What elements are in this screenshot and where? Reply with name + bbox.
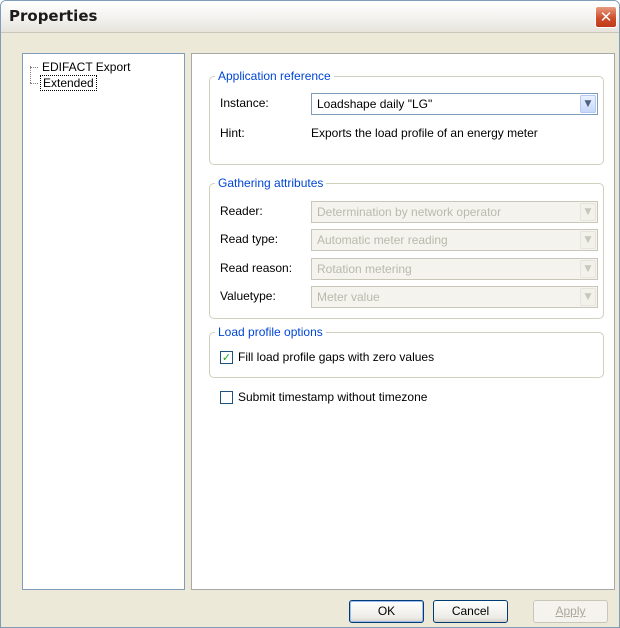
tree-item-label: Extended bbox=[40, 75, 97, 91]
ok-button[interactable]: OK bbox=[349, 600, 424, 623]
submit-timestamp-option[interactable]: Submit timestamp without timezone bbox=[220, 390, 427, 404]
tree-item-extended[interactable]: Extended bbox=[30, 75, 97, 91]
application-reference-group: Application reference Instance: Loadshap… bbox=[209, 68, 604, 165]
tree-item-label: EDIFACT Export bbox=[42, 60, 131, 74]
window-title: Properties bbox=[9, 7, 98, 25]
chevron-down-icon: ▼ bbox=[580, 288, 596, 306]
apply-button-label: Apply bbox=[555, 604, 586, 618]
properties-dialog: Properties ✕ EDIFACT Export Extended App… bbox=[0, 0, 620, 628]
instance-row: Instance: Loadshape daily "LG" ▼ bbox=[220, 93, 600, 115]
valuetype-select: Meter value ▼ bbox=[311, 286, 598, 308]
read-type-select: Automatic meter reading ▼ bbox=[311, 229, 598, 251]
gathering-attributes-group: Gathering attributes Reader: Determinati… bbox=[209, 175, 604, 319]
tree-branch-line bbox=[30, 82, 38, 84]
submit-timestamp-label: Submit timestamp without timezone bbox=[238, 390, 428, 404]
read-reason-value: Rotation metering bbox=[317, 262, 412, 276]
read-type-value: Automatic meter reading bbox=[317, 233, 448, 247]
load-profile-options-group: Load profile options ✓ Fill load profile… bbox=[209, 324, 604, 378]
reader-value: Determination by network operator bbox=[317, 205, 502, 219]
chevron-down-icon: ▼ bbox=[580, 203, 596, 221]
chevron-down-icon: ▼ bbox=[580, 231, 596, 249]
tree-item-edifact-export[interactable]: EDIFACT Export bbox=[30, 59, 132, 75]
valuetype-row: Valuetype: Meter value ▼ bbox=[220, 286, 600, 308]
read-type-row: Read type: Automatic meter reading ▼ bbox=[220, 229, 600, 251]
read-type-label: Read type: bbox=[220, 232, 279, 246]
valuetype-value: Meter value bbox=[317, 290, 380, 304]
hint-value: Exports the load profile of an energy me… bbox=[311, 126, 538, 140]
tree-branch-line bbox=[30, 66, 38, 68]
checkmark-icon: ✓ bbox=[221, 350, 232, 364]
read-reason-row: Read reason: Rotation metering ▼ bbox=[220, 258, 600, 280]
chevron-down-icon: ▼ bbox=[580, 260, 596, 278]
read-reason-label: Read reason: bbox=[220, 261, 293, 275]
settings-panel: Application reference Instance: Loadshap… bbox=[191, 53, 615, 590]
hint-row: Hint: Exports the load profile of an ene… bbox=[220, 123, 600, 145]
title-bar[interactable]: Properties ✕ bbox=[1, 1, 619, 33]
fill-gaps-option[interactable]: ✓ Fill load profile gaps with zero value… bbox=[220, 350, 434, 364]
group-legend: Application reference bbox=[215, 68, 334, 84]
group-legend: Gathering attributes bbox=[215, 175, 327, 191]
chevron-down-icon[interactable]: ▼ bbox=[580, 95, 596, 113]
instance-select[interactable]: Loadshape daily "LG" ▼ bbox=[311, 93, 598, 115]
hint-label: Hint: bbox=[220, 126, 245, 140]
group-legend: Load profile options bbox=[215, 324, 326, 340]
reader-row: Reader: Determination by network operato… bbox=[220, 201, 600, 223]
cancel-button[interactable]: Cancel bbox=[433, 600, 508, 623]
fill-gaps-label: Fill load profile gaps with zero values bbox=[238, 350, 435, 364]
reader-label: Reader: bbox=[220, 204, 263, 218]
close-button[interactable]: ✕ bbox=[595, 6, 617, 28]
valuetype-label: Valuetype: bbox=[220, 289, 276, 303]
read-reason-select: Rotation metering ▼ bbox=[311, 258, 598, 280]
apply-button[interactable]: Apply bbox=[533, 600, 608, 623]
submit-timestamp-checkbox[interactable] bbox=[220, 390, 233, 404]
fill-gaps-checkbox[interactable]: ✓ bbox=[220, 350, 233, 364]
close-icon: ✕ bbox=[599, 7, 613, 26]
instance-label: Instance: bbox=[220, 96, 269, 110]
category-tree[interactable]: EDIFACT Export Extended bbox=[22, 53, 185, 590]
reader-select: Determination by network operator ▼ bbox=[311, 201, 598, 223]
instance-value: Loadshape daily "LG" bbox=[317, 97, 433, 111]
